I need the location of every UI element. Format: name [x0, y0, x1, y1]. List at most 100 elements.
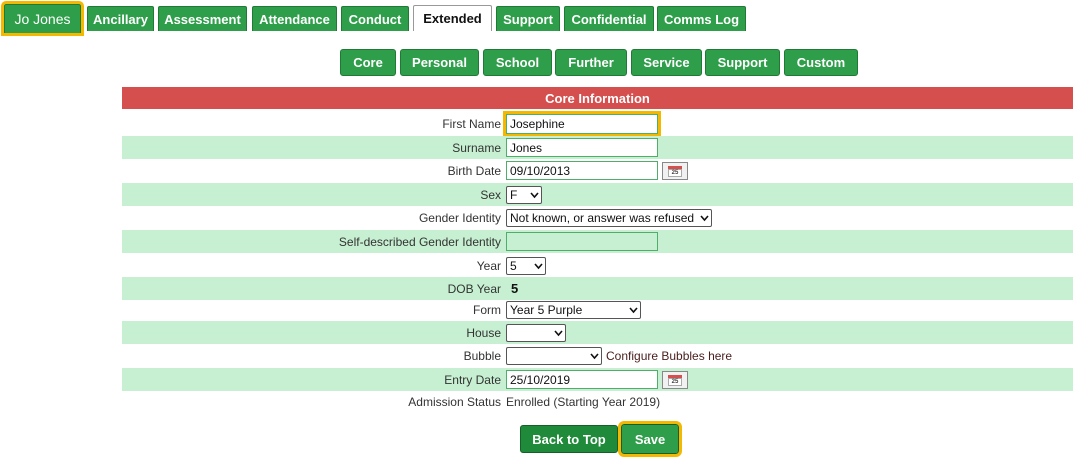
subtab-label: Custom: [796, 55, 846, 70]
house-label: House: [466, 325, 501, 340]
subtab-label: Personal: [412, 55, 467, 70]
self-described-input[interactable]: [506, 232, 658, 251]
tab-confidential[interactable]: Confidential: [564, 6, 654, 31]
row-form: Form Year 5 Purple: [122, 298, 1073, 321]
first-name-input[interactable]: [503, 110, 661, 137]
save-label: Save: [634, 431, 666, 447]
tab-support[interactable]: Support: [496, 6, 560, 31]
tab-label: Conduct: [348, 11, 402, 27]
sub-tab-bar: Core Personal School Further Service Sup…: [0, 49, 1073, 77]
gender-identity-label: Gender Identity: [418, 210, 501, 225]
subtab-support[interactable]: Support: [705, 49, 780, 76]
subtab-school[interactable]: School: [483, 49, 552, 76]
bubble-select[interactable]: [506, 346, 602, 365]
surname-label: Surname: [452, 140, 501, 155]
self-described-label: Self-described Gender Identity: [338, 234, 501, 249]
row-sex: Sex F: [122, 183, 1073, 206]
tab-label: Support: [503, 11, 553, 27]
calendar-icon-day: 25: [668, 168, 682, 177]
tab-label: Ancillary: [93, 11, 148, 27]
year-field-wrap: 5: [506, 254, 546, 277]
subtab-core[interactable]: Core: [340, 49, 396, 76]
first-name-field-wrap: [503, 110, 661, 137]
tab-ancillary[interactable]: Ancillary: [87, 6, 154, 31]
birth-date-field-wrap: 25: [506, 159, 688, 182]
chevron-down-icon: [590, 352, 599, 360]
tab-extended[interactable]: Extended: [413, 5, 492, 31]
subtab-label: Support: [717, 55, 768, 70]
sex-select[interactable]: F: [506, 185, 542, 204]
chevron-down-icon: [700, 214, 709, 222]
calendar-icon-day: 25: [668, 377, 682, 386]
form-select[interactable]: Year 5 Purple: [506, 300, 641, 319]
surname-input[interactable]: [506, 138, 658, 157]
configure-bubbles-link[interactable]: Configure Bubbles here: [606, 349, 732, 363]
chevron-down-icon: [554, 329, 563, 337]
chevron-down-icon: [534, 262, 543, 270]
admission-status-value: Enrolled (Starting Year 2019): [506, 394, 661, 409]
form-field-wrap: Year 5 Purple: [506, 298, 641, 321]
subtab-further[interactable]: Further: [555, 49, 627, 76]
form-value: Year 5 Purple: [510, 302, 583, 317]
subtab-label: School: [495, 55, 540, 70]
subtab-custom[interactable]: Custom: [784, 49, 858, 76]
back-to-top-label: Back to Top: [532, 431, 606, 447]
entry-date-label: Entry Date: [444, 372, 501, 387]
entry-date-input[interactable]: [506, 370, 658, 389]
section-header: Core Information: [122, 87, 1073, 109]
dob-year-field-wrap: 5: [506, 277, 518, 300]
save-button[interactable]: Save: [618, 421, 682, 457]
tab-label: Attendance: [259, 11, 330, 27]
subtab-service[interactable]: Service: [631, 49, 702, 76]
tab-label: Comms Log: [663, 11, 740, 27]
calendar-icon[interactable]: 25: [662, 161, 688, 180]
subtab-label: Further: [568, 55, 614, 70]
subtab-label: Core: [353, 55, 383, 70]
first-name-label: First Name: [442, 116, 501, 131]
row-birth-date: Birth Date 25: [122, 159, 1073, 182]
entry-date-field-wrap: 25: [506, 368, 688, 391]
row-year: Year 5: [122, 254, 1073, 277]
bubble-label: Bubble: [463, 348, 501, 363]
calendar-icon[interactable]: 25: [662, 370, 688, 389]
tab-assessment[interactable]: Assessment: [158, 6, 247, 31]
surname-field-wrap: [506, 136, 658, 159]
dob-year-label: DOB Year: [447, 281, 501, 296]
year-value: 5: [510, 258, 517, 273]
admission-status-label: Admission Status: [408, 394, 501, 409]
subtab-personal[interactable]: Personal: [400, 49, 479, 76]
subtab-label: Service: [643, 55, 690, 70]
row-first-name: First Name: [122, 110, 1073, 137]
year-select[interactable]: 5: [506, 256, 546, 275]
sex-value: F: [510, 187, 518, 202]
self-described-field-wrap: [506, 230, 658, 253]
tab-attendance[interactable]: Attendance: [252, 6, 337, 31]
row-house: House: [122, 321, 1073, 344]
tab-student-name[interactable]: Jo Jones: [1, 1, 84, 36]
sex-field-wrap: F: [506, 183, 542, 206]
tab-conduct[interactable]: Conduct: [341, 6, 409, 31]
gender-identity-select[interactable]: Not known, or answer was refused: [506, 208, 712, 227]
admission-status-field-wrap: Enrolled (Starting Year 2019): [506, 390, 660, 413]
dob-year-value: 5: [511, 281, 519, 296]
chevron-down-icon: [629, 306, 638, 314]
form-label: Form: [473, 302, 501, 317]
house-field-wrap: [506, 321, 566, 344]
tab-label: Confidential: [571, 11, 647, 27]
section-title: Core Information: [545, 90, 650, 106]
tab-label: Jo Jones: [14, 11, 71, 27]
row-admission-status: Admission Status Enrolled (Starting Year…: [122, 390, 1073, 413]
chevron-down-icon: [530, 191, 539, 199]
row-surname: Surname: [122, 136, 1073, 159]
gender-identity-value: Not known, or answer was refused: [510, 210, 695, 225]
bubble-field-wrap: Configure Bubbles here: [506, 344, 732, 367]
tab-label: Extended: [423, 11, 482, 26]
tab-comms-log[interactable]: Comms Log: [657, 6, 746, 31]
top-tab-bar: Jo Jones Ancillary Assessment Attendance…: [0, 0, 1073, 36]
row-entry-date: Entry Date 25: [122, 368, 1073, 391]
back-to-top-button[interactable]: Back to Top: [520, 425, 618, 453]
year-label: Year: [476, 258, 501, 273]
tab-label: Assessment: [164, 11, 241, 27]
house-select[interactable]: [506, 323, 566, 342]
birth-date-input[interactable]: [506, 161, 658, 180]
